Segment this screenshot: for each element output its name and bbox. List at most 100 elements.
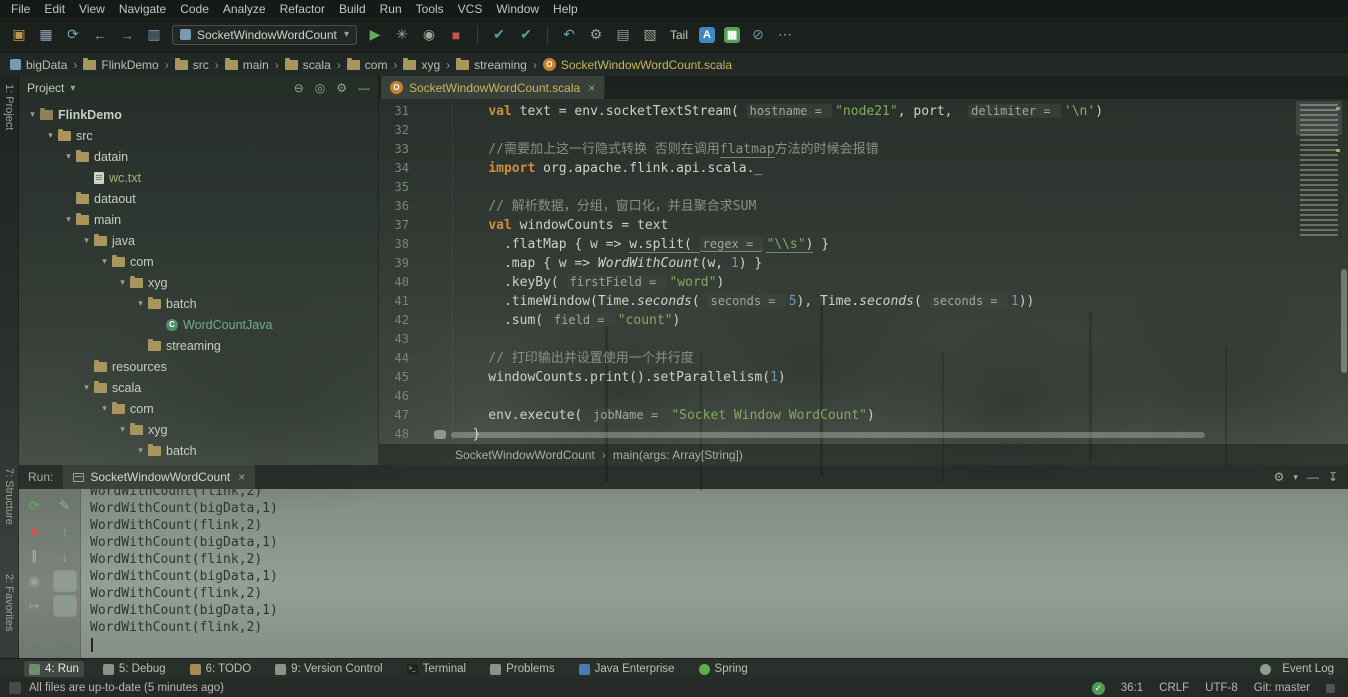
fold-marker[interactable] xyxy=(434,430,446,439)
sync-icon[interactable]: ⟳ xyxy=(64,26,82,44)
tree-item-batch[interactable]: ▾batch xyxy=(19,293,378,314)
locate-icon[interactable]: ◎ xyxy=(315,81,325,95)
settings-icon[interactable]: ⚙ xyxy=(1274,470,1285,484)
coverage-icon[interactable]: ✳ xyxy=(393,26,411,44)
tree-item-wc.txt[interactable]: wc.txt xyxy=(19,167,378,188)
forward-icon[interactable]: → xyxy=(118,26,136,44)
edit-icon[interactable]: ✎ xyxy=(54,496,76,516)
toolwindow-spring[interactable]: Spring xyxy=(694,661,753,677)
back-icon[interactable]: ← xyxy=(91,26,109,44)
scroll-end-toggle[interactable]: ↧ xyxy=(54,596,76,616)
settings-icon[interactable]: ⚙ xyxy=(587,26,605,44)
chevron-down-icon[interactable]: ▾ xyxy=(70,83,75,94)
nav-crumb[interactable]: xyg xyxy=(403,58,440,72)
more-icon[interactable]: ⋯ xyxy=(776,26,794,44)
close-icon[interactable]: × xyxy=(588,81,595,95)
plugins-icon[interactable]: ▦ xyxy=(724,27,740,43)
more-icon[interactable]: » xyxy=(31,639,38,653)
stop-button[interactable]: ■ xyxy=(447,26,465,44)
code-line[interactable]: 32 xyxy=(379,121,1348,140)
toolwindow-terminal[interactable]: Terminal xyxy=(402,661,471,677)
expand-arrow-icon[interactable]: ▾ xyxy=(97,403,112,414)
down-icon[interactable]: ↓ xyxy=(54,546,76,566)
modules-icon[interactable]: ▤ xyxy=(614,26,632,44)
code-line[interactable]: 45 windowCounts.print().setParallelism(1… xyxy=(379,368,1348,387)
hide-icon[interactable]: — xyxy=(1307,470,1319,484)
menu-run[interactable]: Run xyxy=(373,2,409,16)
tree-item-scala[interactable]: ▾scala xyxy=(19,377,378,398)
expand-arrow-icon[interactable]: ▾ xyxy=(115,424,130,435)
stripe-structure[interactable]: 7: Structure xyxy=(3,468,15,525)
toolwindow-todo[interactable]: 6: TODO xyxy=(185,661,257,677)
code-line[interactable]: 42 .sum( field = "count") xyxy=(379,311,1348,330)
hide-icon[interactable]: — xyxy=(358,81,370,95)
tree-item-batch[interactable]: ▾batch xyxy=(19,440,378,461)
menu-build[interactable]: Build xyxy=(332,2,373,16)
stop-button[interactable]: ■ xyxy=(23,521,45,541)
tree-item-java[interactable]: ▾java xyxy=(19,230,378,251)
nav-crumb[interactable]: FlinkDemo xyxy=(83,58,158,72)
code-line[interactable]: 46 xyxy=(379,387,1348,406)
code-line[interactable]: 38 .flatMap { w => w.split( regex = "\\s… xyxy=(379,235,1348,254)
expand-arrow-icon[interactable]: ▾ xyxy=(97,256,112,267)
encoding-selector[interactable]: UTF-8 xyxy=(1205,682,1238,694)
profiler-icon[interactable]: ◉ xyxy=(420,26,438,44)
nav-crumb[interactable]: main xyxy=(225,58,269,72)
stripe-project[interactable]: 1: Project xyxy=(3,84,15,130)
tree-item-xyg[interactable]: ▾xyg xyxy=(19,272,378,293)
toolwindow-debug[interactable]: 5: Debug xyxy=(98,661,171,677)
stripe-favorites[interactable]: 2: Favorites xyxy=(3,574,15,631)
code-line[interactable]: 43 xyxy=(379,330,1348,349)
expand-arrow-icon[interactable]: ▾ xyxy=(133,445,148,456)
run-button[interactable]: ▶ xyxy=(366,26,384,44)
code-line[interactable]: 39 .map { w => WordWithCount(w, 1) } xyxy=(379,254,1348,273)
code-area[interactable]: 31 val text = env.socketTextStream( host… xyxy=(379,99,1348,444)
expand-arrow-icon[interactable]: ▾ xyxy=(61,151,76,162)
expand-arrow-icon[interactable]: ▾ xyxy=(79,235,94,246)
caret-position[interactable]: 36:1 xyxy=(1121,682,1143,694)
code-line[interactable]: 40 .keyBy( firstField = "word") xyxy=(379,273,1348,292)
pause-button[interactable]: ∥ xyxy=(23,546,45,566)
tree-item-dataout[interactable]: dataout xyxy=(19,188,378,209)
rerun-button[interactable]: ⟳ xyxy=(23,496,45,516)
tree-item-FlinkDemo[interactable]: ▾FlinkDemo xyxy=(19,104,378,125)
menu-tools[interactable]: Tools xyxy=(409,2,451,16)
softwrap-toggle[interactable]: ↩ xyxy=(54,571,76,591)
code-line[interactable]: 34 import org.apache.flink.api.scala._ xyxy=(379,159,1348,178)
toolwindow-javaee[interactable]: Java Enterprise xyxy=(574,661,680,677)
nav-crumb[interactable]: streaming xyxy=(456,58,527,72)
toolwindow-run[interactable]: 4: Run xyxy=(24,661,84,677)
inspections-ok-icon[interactable]: ✓ xyxy=(1092,682,1105,695)
nav-crumb[interactable]: com xyxy=(347,58,388,72)
line-ending-selector[interactable]: CRLF xyxy=(1159,682,1189,694)
dump-icon[interactable]: ◉ xyxy=(23,571,45,591)
nav-crumb[interactable]: scala xyxy=(285,58,331,72)
expand-arrow-icon[interactable]: ▾ xyxy=(43,130,58,141)
vertical-scrollbar[interactable] xyxy=(1341,269,1347,373)
menu-edit[interactable]: Edit xyxy=(37,2,72,16)
menu-file[interactable]: File xyxy=(4,2,37,16)
translate-icon[interactable]: A xyxy=(699,27,715,43)
more-icon[interactable]: » xyxy=(61,639,68,653)
tree-item-resources[interactable]: resources xyxy=(19,356,378,377)
open-icon[interactable]: ▣ xyxy=(10,26,28,44)
run-config-select[interactable]: SocketWindowWordCount▾ xyxy=(172,25,357,45)
editor-tab[interactable]: O SocketWindowWordCount.scala × xyxy=(381,76,605,99)
toolwindow-problems[interactable]: Problems xyxy=(485,661,560,677)
code-line[interactable]: 35 xyxy=(379,178,1348,197)
settings-icon[interactable]: ⚙ xyxy=(336,81,347,95)
expand-arrow-icon[interactable]: ▾ xyxy=(115,277,130,288)
menu-analyze[interactable]: Analyze xyxy=(216,2,273,16)
block-icon[interactable]: ⊘ xyxy=(749,26,767,44)
scroll-down-icon[interactable]: ↧ xyxy=(1328,470,1338,484)
code-line[interactable]: 47 env.execute( jobName = "Socket Window… xyxy=(379,406,1348,425)
save-icon[interactable]: ▦ xyxy=(37,26,55,44)
menu-code[interactable]: Code xyxy=(173,2,216,16)
code-line[interactable]: 37 val windowCounts = text xyxy=(379,216,1348,235)
expand-arrow-icon[interactable]: ▾ xyxy=(61,214,76,225)
tree-item-com[interactable]: ▾com xyxy=(19,251,378,272)
code-line[interactable]: 44 // 打印输出并设置使用一个并行度 xyxy=(379,349,1348,368)
close-icon[interactable]: × xyxy=(238,470,245,484)
tree-item-xyg[interactable]: ▾xyg xyxy=(19,419,378,440)
console-output[interactable]: WordWithCount(flink,2)WordWithCount(bigD… xyxy=(81,489,1348,658)
